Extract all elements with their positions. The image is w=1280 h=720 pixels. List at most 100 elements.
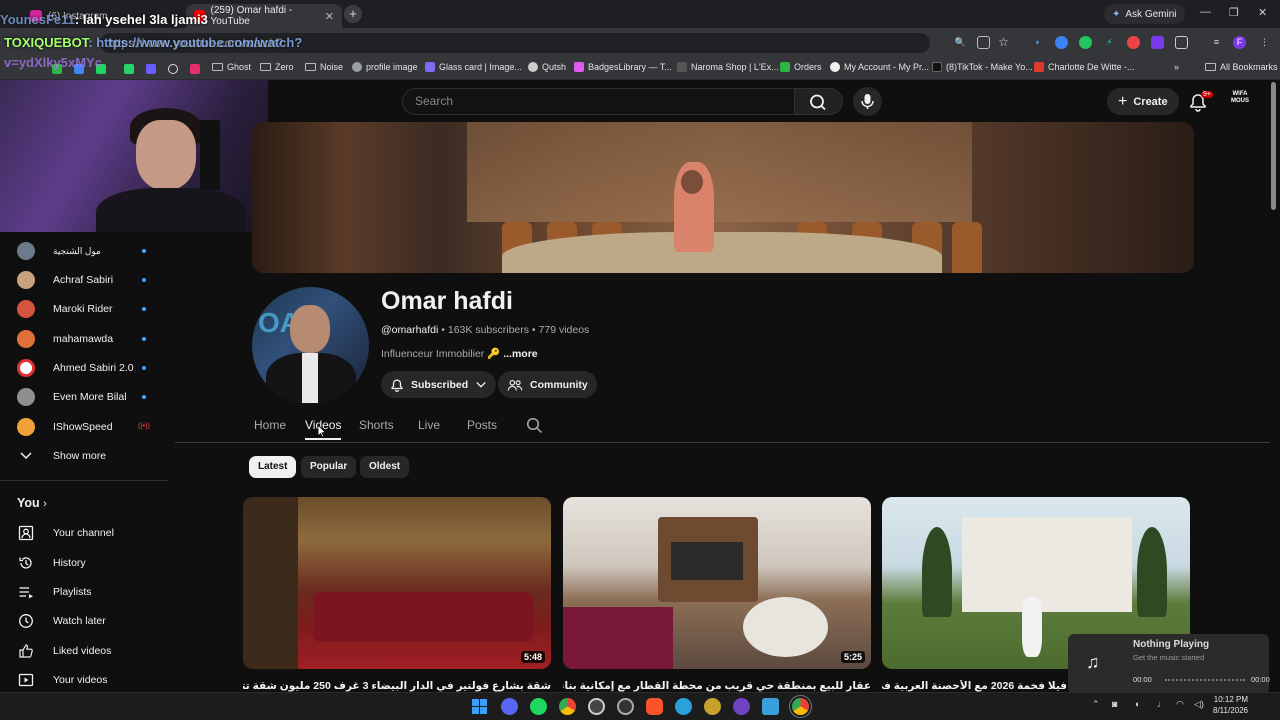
your-videos-icon	[17, 671, 35, 689]
extension-icon[interactable]	[1127, 36, 1140, 49]
tab-shorts[interactable]: Shorts	[359, 418, 394, 432]
all-bookmarks[interactable]: All Bookmarks	[1205, 62, 1278, 72]
profile-avatar-icon[interactable]: F	[1233, 36, 1246, 49]
sidebar-subscription[interactable]: IShowSpeed ((•))	[17, 416, 157, 438]
chrome-icon[interactable]	[559, 698, 576, 715]
chat-overlay-line-1: YounesFe11: lah ysehel 3la ljami3	[0, 12, 208, 27]
brave-icon[interactable]	[646, 698, 663, 715]
zoom-icon[interactable]: 🔍	[954, 36, 967, 49]
microphone-icon[interactable]: ♩	[1157, 699, 1166, 709]
bookmark-icon[interactable]	[146, 64, 156, 74]
sidebar-subscription[interactable]: Maroki Rider	[17, 298, 157, 320]
bookmark-glass-card[interactable]: Glass card | Image...	[425, 62, 522, 72]
tray-app-icon[interactable]: ◐	[1135, 699, 1140, 709]
bookmarks-overflow[interactable]: »	[1174, 62, 1179, 72]
new-tab-button[interactable]: +	[344, 5, 362, 23]
site-icon	[830, 62, 840, 72]
page-scrollbar[interactable]	[1271, 82, 1276, 210]
chat-overlay-line-2: TOXIQUEBOT: https://www.youtube.com/watc…	[4, 35, 302, 50]
chip-oldest[interactable]: Oldest	[360, 456, 410, 478]
sidebar-item-playlists[interactable]: Playlists	[17, 581, 157, 603]
bookmark-charlotte[interactable]: Charlotte De Witte -...	[1034, 62, 1135, 72]
extension-icon[interactable]	[1055, 36, 1068, 49]
bookmark-profile-image[interactable]: profile image	[352, 62, 418, 72]
sidebar-item-your-channel[interactable]: Your channel	[17, 522, 157, 544]
search-button[interactable]	[795, 88, 843, 115]
app-icon[interactable]	[617, 698, 634, 715]
volume-icon[interactable]: ◁)	[1194, 699, 1204, 710]
tab-live[interactable]: Live	[418, 418, 440, 432]
taskbar-clock[interactable]: 10:12 PM 8/11/2026	[1213, 694, 1248, 716]
app-icon[interactable]	[704, 698, 721, 715]
sidebar-subscription[interactable]: مول الشنجية	[17, 240, 157, 262]
extension-icon[interactable]	[1079, 36, 1092, 49]
telegram-icon[interactable]	[675, 698, 692, 715]
bookmark-naroma-shop[interactable]: Naroma Shop | L'Ex...	[677, 62, 779, 72]
bookmark-zero[interactable]: Zero	[260, 62, 294, 72]
more-link[interactable]: ...more	[503, 348, 537, 360]
chrome-icon[interactable]	[792, 698, 809, 715]
channel-avatar[interactable]: OA	[252, 287, 369, 404]
extension-icon[interactable]: ◗	[1031, 36, 1044, 49]
menu-dots-icon[interactable]: ⋮	[1258, 36, 1271, 49]
subscription-name: مول الشنجية	[53, 245, 101, 256]
progress-bar[interactable]	[1165, 679, 1245, 681]
sidebar-subscription[interactable]: Achraf Sabiri	[17, 269, 157, 291]
tab-home[interactable]: Home	[254, 418, 286, 432]
obs-icon[interactable]	[588, 698, 605, 715]
discord-icon[interactable]	[501, 698, 518, 715]
bookmark-icon[interactable]	[168, 64, 178, 74]
sidebar-subscription[interactable]: Ahmed Sabiri 2.0	[17, 357, 157, 379]
tab-posts[interactable]: Posts	[467, 418, 497, 432]
video-thumbnail[interactable]: 5:25	[563, 497, 871, 669]
sidebar-item-watch-later[interactable]: Watch later	[17, 610, 157, 632]
account-avatar[interactable]: WIFA MOUS	[1229, 91, 1251, 111]
voice-search-button[interactable]	[853, 87, 882, 116]
you-section-heading[interactable]: You ›	[17, 496, 47, 510]
spotify-icon[interactable]	[530, 698, 547, 715]
bookmark-tiktok[interactable]: (8)TikTok - Make Yo...	[932, 62, 1033, 72]
tray-overflow-icon[interactable]: ⌃	[1092, 699, 1100, 710]
bookmark-badges-library[interactable]: BadgesLibrary — T...	[574, 62, 672, 72]
sidebar-subscription[interactable]: Even More Bilal	[17, 386, 157, 408]
sidebar-item-liked-videos[interactable]: Liked videos	[17, 640, 157, 662]
close-tab-icon[interactable]: ✕	[325, 10, 334, 23]
search-input[interactable]: Search	[402, 88, 795, 115]
extensions-puzzle-icon[interactable]	[1175, 36, 1188, 49]
bookmark-star-icon[interactable]: ☆	[997, 36, 1010, 49]
maximize-button[interactable]: ❐	[1229, 6, 1239, 19]
channel-description[interactable]: Influenceur Immobilier 🔑 ...more	[381, 347, 538, 360]
sidebar-item-history[interactable]: History	[17, 552, 157, 574]
bookmark-icon[interactable]	[190, 64, 200, 74]
show-more-button[interactable]: Show more	[17, 445, 157, 467]
bookmark-orders[interactable]: Orders	[780, 62, 822, 72]
create-button[interactable]: + Create	[1107, 88, 1179, 115]
community-button[interactable]: Community	[498, 371, 597, 398]
windows-start-icon[interactable]	[471, 698, 488, 715]
bookmark-icon[interactable]	[124, 64, 134, 74]
close-window-button[interactable]: ✕	[1258, 6, 1267, 19]
extension-icon[interactable]: ⚡	[1103, 36, 1116, 49]
extension-icon[interactable]	[1151, 36, 1164, 49]
app-icon[interactable]	[762, 698, 779, 715]
video-thumbnail[interactable]: 5:48	[243, 497, 551, 669]
chip-popular[interactable]: Popular	[301, 456, 357, 478]
minimize-button[interactable]: —	[1200, 6, 1211, 18]
sidebar-subscription[interactable]: mahamawda	[17, 328, 157, 350]
chip-latest[interactable]: Latest	[249, 456, 297, 478]
ask-gemini-button[interactable]: ✦ Ask Gemini	[1104, 4, 1185, 24]
tab-youtube[interactable]: (259) Omar hafdi - YouTube ✕	[186, 4, 342, 28]
bookmark-noise[interactable]: Noise	[305, 62, 343, 72]
tab-search-icon[interactable]: ≡	[1210, 36, 1223, 49]
subscribed-button[interactable]: Subscribed	[381, 371, 497, 398]
sidebar-item-your-videos[interactable]: Your videos	[17, 669, 157, 691]
now-playing-widget[interactable]: ♫ Nothing Playing Get the music started …	[1068, 634, 1270, 694]
channel-search-button[interactable]	[526, 417, 543, 439]
bookmark-qutsh[interactable]: Qutsh	[528, 62, 566, 72]
app-icon[interactable]	[733, 698, 750, 715]
wifi-icon[interactable]: ◠	[1176, 699, 1184, 710]
tray-app-icon[interactable]: ◙	[1112, 699, 1117, 709]
install-icon[interactable]	[977, 36, 990, 49]
bookmark-my-account[interactable]: My Account - My Pr...	[830, 62, 929, 72]
bookmark-ghost[interactable]: Ghost	[212, 62, 251, 72]
